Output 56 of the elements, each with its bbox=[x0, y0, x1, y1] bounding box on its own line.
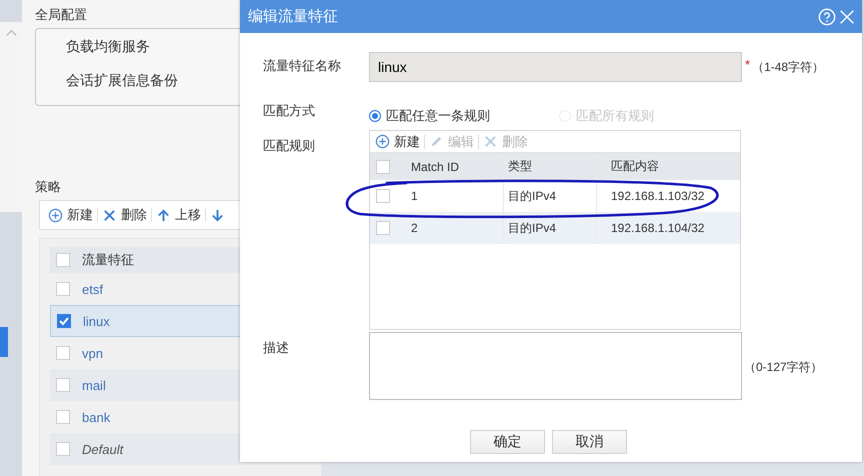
checkbox[interactable] bbox=[376, 189, 390, 203]
dialog-button[interactable]: 取消 bbox=[552, 430, 627, 454]
length-hint: （0-127字符） bbox=[744, 360, 823, 374]
table-cell: 192.168.1.104/32 bbox=[596, 212, 704, 244]
close-icon[interactable] bbox=[838, 8, 856, 26]
table-cell: mail bbox=[82, 378, 106, 392]
table-cell: vpn bbox=[82, 346, 103, 360]
up-arrow-icon bbox=[156, 208, 171, 222]
dialog-title: 编辑流量特征 bbox=[248, 7, 338, 26]
description-input[interactable] bbox=[369, 332, 742, 400]
checkbox[interactable] bbox=[376, 221, 390, 235]
checkbox[interactable] bbox=[56, 442, 70, 456]
table-cell: bank bbox=[82, 410, 110, 424]
table-cell: 目的IPv4 bbox=[503, 212, 596, 244]
length-hint: （1-48字符） bbox=[752, 60, 824, 74]
column-header: 类型 bbox=[503, 153, 596, 180]
cross-icon bbox=[102, 208, 117, 222]
column-header: 流量特征 bbox=[82, 251, 134, 269]
column-header: 匹配内容 bbox=[596, 153, 659, 180]
checkbox[interactable] bbox=[376, 160, 390, 174]
toolbar-button[interactable]: 新建 bbox=[371, 132, 424, 150]
checkbox[interactable] bbox=[56, 410, 70, 424]
table-row[interactable]: 2 目的IPv4 192.168.1.104/32 bbox=[370, 212, 740, 244]
field-label: 匹配方式 bbox=[263, 102, 316, 120]
cross-icon bbox=[483, 134, 498, 149]
down-arrow-icon bbox=[210, 208, 225, 222]
add-icon bbox=[48, 208, 63, 222]
table-cell: linux bbox=[83, 314, 110, 328]
field-label: 描述 bbox=[263, 339, 290, 357]
name-input[interactable]: linux bbox=[369, 52, 742, 82]
table-cell: Default bbox=[82, 442, 124, 456]
checkbox[interactable] bbox=[56, 346, 70, 360]
toolbar-button[interactable]: 新建 bbox=[44, 206, 97, 224]
table-row[interactable]: etsf bbox=[50, 273, 321, 305]
table-row[interactable]: bank bbox=[50, 401, 321, 433]
checkbox[interactable] bbox=[56, 282, 70, 296]
dialog-button[interactable]: 确定 bbox=[470, 430, 545, 454]
table-cell-text: 1 bbox=[410, 188, 419, 205]
pencil-icon bbox=[429, 134, 444, 149]
checkbox[interactable] bbox=[56, 253, 70, 267]
radio-option[interactable]: 匹配任意一条规则 bbox=[369, 107, 559, 125]
field-label: 匹配规则 bbox=[263, 137, 316, 155]
table-cell: etsf bbox=[82, 282, 103, 296]
column-header: Match ID bbox=[410, 158, 460, 176]
checkbox[interactable] bbox=[57, 314, 71, 328]
toolbar-button[interactable]: 删除 bbox=[98, 206, 151, 224]
checkbox[interactable] bbox=[56, 378, 70, 392]
table-cell-text: 2 bbox=[410, 220, 419, 237]
help-icon[interactable] bbox=[818, 8, 836, 26]
toolbar-button[interactable]: 上移 bbox=[152, 206, 205, 224]
nav-selection-bar bbox=[0, 327, 8, 357]
add-icon bbox=[375, 134, 390, 149]
field-label: 流量特征名称 bbox=[263, 57, 342, 75]
section-title: 全局配置 bbox=[35, 6, 87, 24]
section-title: 策略 bbox=[35, 178, 61, 196]
required-mark: * bbox=[745, 57, 750, 72]
